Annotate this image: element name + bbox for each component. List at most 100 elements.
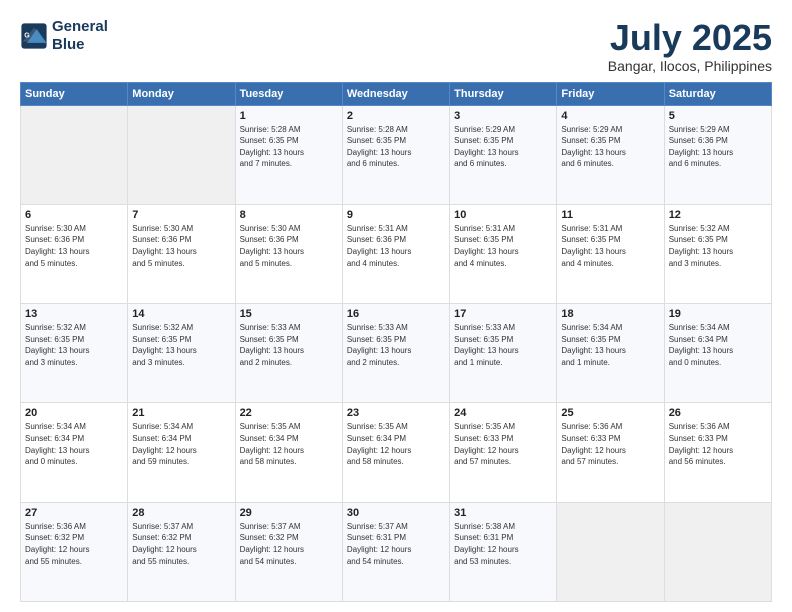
day-detail: Sunrise: 5:30 AM Sunset: 6:36 PM Dayligh… — [240, 223, 338, 269]
calendar-cell — [664, 502, 771, 601]
calendar-cell: 8 Sunrise: 5:30 AM Sunset: 6:36 PM Daylig… — [235, 204, 342, 303]
calendar-cell: 16 Sunrise: 5:33 AM Sunset: 6:35 PM Dayli… — [342, 304, 449, 403]
col-tuesday: Tuesday — [235, 82, 342, 105]
col-saturday: Saturday — [664, 82, 771, 105]
logo-line1: General — [52, 18, 108, 36]
month-title: July 2025 — [608, 18, 772, 58]
day-number: 13 — [25, 308, 123, 320]
calendar-cell: 25Sunrise: 5:36 AM Sunset: 6:33 PM Dayli… — [557, 403, 664, 502]
calendar-cell: 13 Sunrise: 5:32 AM Sunset: 6:35 PM Dayli… — [21, 304, 128, 403]
day-number: 28 — [132, 507, 230, 519]
day-detail: Sunrise: 5:32 AM Sunset: 6:35 PM Dayligh… — [132, 322, 230, 368]
day-number: 20 — [25, 407, 123, 419]
calendar-cell — [128, 105, 235, 204]
svg-text:G: G — [24, 32, 30, 39]
day-number: 30 — [347, 507, 445, 519]
day-number: 11 — [561, 209, 659, 221]
col-wednesday: Wednesday — [342, 82, 449, 105]
day-number: 23 — [347, 407, 445, 419]
day-detail: Sunrise: 5:30 AM Sunset: 6:36 PM Dayligh… — [25, 223, 123, 269]
day-detail: Sunrise: 5:38 AM Sunset: 6:31 PM Dayligh… — [454, 521, 552, 567]
day-detail: Sunrise: 5:35 AM Sunset: 6:34 PM Dayligh… — [240, 421, 338, 467]
calendar-row: 13 Sunrise: 5:32 AM Sunset: 6:35 PM Dayli… — [21, 304, 772, 403]
day-detail: Sunrise: 5:34 AM Sunset: 6:34 PM Dayligh… — [132, 421, 230, 467]
day-number: 21 — [132, 407, 230, 419]
logo-text: General Blue — [52, 18, 108, 54]
day-number: 7 — [132, 209, 230, 221]
day-number: 2 — [347, 110, 445, 122]
calendar-cell: 17 Sunrise: 5:33 AM Sunset: 6:35 PM Dayli… — [450, 304, 557, 403]
calendar-cell: 23 Sunrise: 5:35 AM Sunset: 6:34 PM Dayli… — [342, 403, 449, 502]
header-row: Sunday Monday Tuesday Wednesday Thursday… — [21, 82, 772, 105]
calendar-cell: 14 Sunrise: 5:32 AM Sunset: 6:35 PM Dayli… — [128, 304, 235, 403]
day-detail: Sunrise: 5:36 AM Sunset: 6:33 PM Dayligh… — [669, 421, 767, 467]
calendar-row: 1Sunrise: 5:28 AM Sunset: 6:35 PM Daylig… — [21, 105, 772, 204]
calendar-cell: 26Sunrise: 5:36 AM Sunset: 6:33 PM Dayli… — [664, 403, 771, 502]
calendar-cell: 12Sunrise: 5:32 AM Sunset: 6:35 PM Dayli… — [664, 204, 771, 303]
calendar-cell: 22 Sunrise: 5:35 AM Sunset: 6:34 PM Dayli… — [235, 403, 342, 502]
day-detail: Sunrise: 5:34 AM Sunset: 6:34 PM Dayligh… — [25, 421, 123, 467]
calendar-cell — [21, 105, 128, 204]
logo: G General Blue — [20, 18, 108, 54]
day-detail: Sunrise: 5:31 AM Sunset: 6:36 PM Dayligh… — [347, 223, 445, 269]
day-number: 16 — [347, 308, 445, 320]
calendar-cell: 5Sunrise: 5:29 AM Sunset: 6:36 PM Daylig… — [664, 105, 771, 204]
day-number: 27 — [25, 507, 123, 519]
day-number: 9 — [347, 209, 445, 221]
col-sunday: Sunday — [21, 82, 128, 105]
calendar-cell: 31Sunrise: 5:38 AM Sunset: 6:31 PM Dayli… — [450, 502, 557, 601]
calendar-cell: 28 Sunrise: 5:37 AM Sunset: 6:32 PM Dayli… — [128, 502, 235, 601]
calendar-cell: 1Sunrise: 5:28 AM Sunset: 6:35 PM Daylig… — [235, 105, 342, 204]
day-detail: Sunrise: 5:28 AM Sunset: 6:35 PM Dayligh… — [240, 124, 338, 170]
day-number: 6 — [25, 209, 123, 221]
col-friday: Friday — [557, 82, 664, 105]
header: G General Blue July 2025 Bangar, Ilocos,… — [20, 18, 772, 74]
day-detail: Sunrise: 5:34 AM Sunset: 6:35 PM Dayligh… — [561, 322, 659, 368]
day-detail: Sunrise: 5:29 AM Sunset: 6:36 PM Dayligh… — [669, 124, 767, 170]
calendar-cell: 7 Sunrise: 5:30 AM Sunset: 6:36 PM Daylig… — [128, 204, 235, 303]
day-number: 10 — [454, 209, 552, 221]
day-number: 22 — [240, 407, 338, 419]
calendar-cell: 21 Sunrise: 5:34 AM Sunset: 6:34 PM Dayli… — [128, 403, 235, 502]
day-number: 14 — [132, 308, 230, 320]
day-detail: Sunrise: 5:35 AM Sunset: 6:34 PM Dayligh… — [347, 421, 445, 467]
day-detail: Sunrise: 5:34 AM Sunset: 6:34 PM Dayligh… — [669, 322, 767, 368]
day-number: 17 — [454, 308, 552, 320]
calendar-cell: 15 Sunrise: 5:33 AM Sunset: 6:35 PM Dayli… — [235, 304, 342, 403]
calendar-cell: 6 Sunrise: 5:30 AM Sunset: 6:36 PM Daylig… — [21, 204, 128, 303]
logo-line2: Blue — [52, 36, 108, 54]
day-detail: Sunrise: 5:29 AM Sunset: 6:35 PM Dayligh… — [454, 124, 552, 170]
day-number: 15 — [240, 308, 338, 320]
location-title: Bangar, Ilocos, Philippines — [608, 58, 772, 74]
day-detail: Sunrise: 5:31 AM Sunset: 6:35 PM Dayligh… — [561, 223, 659, 269]
calendar-cell: 4Sunrise: 5:29 AM Sunset: 6:35 PM Daylig… — [557, 105, 664, 204]
day-detail: Sunrise: 5:37 AM Sunset: 6:32 PM Dayligh… — [240, 521, 338, 567]
day-number: 3 — [454, 110, 552, 122]
day-detail: Sunrise: 5:33 AM Sunset: 6:35 PM Dayligh… — [240, 322, 338, 368]
day-detail: Sunrise: 5:36 AM Sunset: 6:32 PM Dayligh… — [25, 521, 123, 567]
day-number: 24 — [454, 407, 552, 419]
day-detail: Sunrise: 5:29 AM Sunset: 6:35 PM Dayligh… — [561, 124, 659, 170]
calendar-row: 20 Sunrise: 5:34 AM Sunset: 6:34 PM Dayli… — [21, 403, 772, 502]
calendar-row: 6 Sunrise: 5:30 AM Sunset: 6:36 PM Daylig… — [21, 204, 772, 303]
logo-icon: G — [20, 22, 48, 50]
calendar-cell: 30 Sunrise: 5:37 AM Sunset: 6:31 PM Dayli… — [342, 502, 449, 601]
day-detail: Sunrise: 5:32 AM Sunset: 6:35 PM Dayligh… — [25, 322, 123, 368]
calendar-row: 27 Sunrise: 5:36 AM Sunset: 6:32 PM Dayli… — [21, 502, 772, 601]
day-detail: Sunrise: 5:30 AM Sunset: 6:36 PM Dayligh… — [132, 223, 230, 269]
calendar-cell: 19 Sunrise: 5:34 AM Sunset: 6:34 PM Dayli… — [664, 304, 771, 403]
day-number: 8 — [240, 209, 338, 221]
calendar-cell: 11 Sunrise: 5:31 AM Sunset: 6:35 PM Dayli… — [557, 204, 664, 303]
day-number: 25 — [561, 407, 659, 419]
col-thursday: Thursday — [450, 82, 557, 105]
day-detail: Sunrise: 5:37 AM Sunset: 6:31 PM Dayligh… — [347, 521, 445, 567]
calendar-cell: 24Sunrise: 5:35 AM Sunset: 6:33 PM Dayli… — [450, 403, 557, 502]
day-detail: Sunrise: 5:37 AM Sunset: 6:32 PM Dayligh… — [132, 521, 230, 567]
day-number: 19 — [669, 308, 767, 320]
day-detail: Sunrise: 5:33 AM Sunset: 6:35 PM Dayligh… — [454, 322, 552, 368]
day-detail: Sunrise: 5:32 AM Sunset: 6:35 PM Dayligh… — [669, 223, 767, 269]
calendar-cell: 18Sunrise: 5:34 AM Sunset: 6:35 PM Dayli… — [557, 304, 664, 403]
day-detail: Sunrise: 5:33 AM Sunset: 6:35 PM Dayligh… — [347, 322, 445, 368]
calendar-page: G General Blue July 2025 Bangar, Ilocos,… — [0, 0, 792, 612]
title-block: July 2025 Bangar, Ilocos, Philippines — [608, 18, 772, 74]
